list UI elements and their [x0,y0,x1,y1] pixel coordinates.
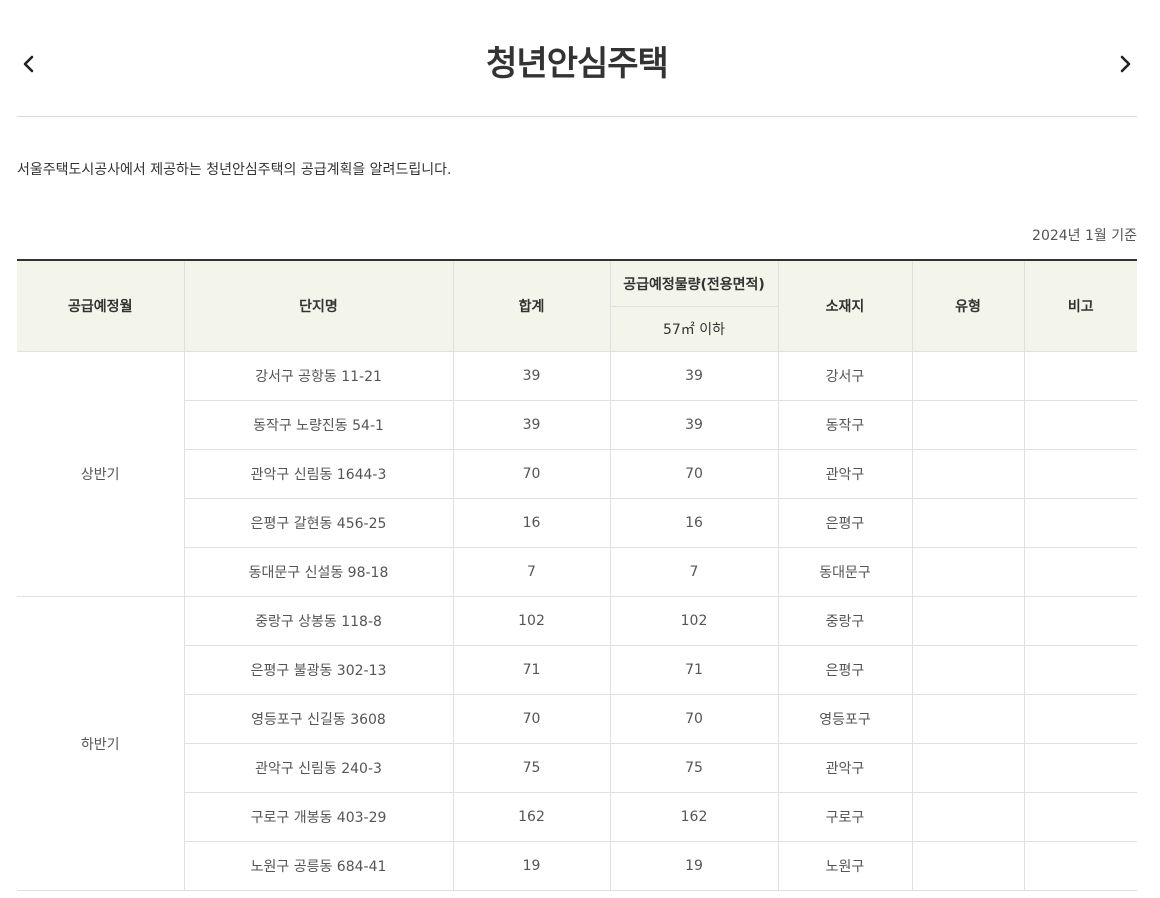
cell-complex: 동대문구 신설동 98-18 [183,547,453,597]
cell-location: 노원구 [777,841,912,891]
cell-total: 7 [452,547,610,597]
cell-total: 39 [452,351,610,401]
cell-area: 70 [609,694,778,744]
table-body: 상반기 강서구 공항동 11-21 39 39 강서구 동작구 노량진동 54-1 39 39… [17,351,1137,891]
cell-type [911,792,1024,842]
header-month: 공급예정월 [17,260,184,352]
cell-area: 19 [609,841,778,891]
table-row: 관악구 신림동 1644-3 70 70 관악구 [17,449,1137,499]
header-complex: 단지명 [183,260,453,352]
cell-location: 동대문구 [777,547,912,597]
cell-area: 102 [609,596,778,646]
table-row: 노원구 공릉동 684-41 19 19 노원구 [17,841,1137,891]
cell-note [1023,351,1137,401]
cell-complex: 은평구 갈현동 456-25 [183,498,453,548]
cell-location: 영등포구 [777,694,912,744]
table-row: 동작구 노량진동 54-1 39 39 동작구 [17,400,1137,450]
cell-total: 162 [452,792,610,842]
cell-complex: 동작구 노량진동 54-1 [183,400,453,450]
cell-complex: 강서구 공항동 11-21 [183,351,453,401]
cell-note [1023,596,1137,646]
cell-note [1023,841,1137,891]
table-row: 은평구 갈현동 456-25 16 16 은평구 [17,498,1137,548]
table-row: 상반기 강서구 공항동 11-21 39 39 강서구 [17,351,1137,597]
cell-total: 19 [452,841,610,891]
table-row: 하반기 중랑구 상봉동 118-8 102 102 중랑구 [17,596,1137,891]
table-header: 공급예정월 단지명 합계 공급예정물량(전용면적) 소재지 유형 비고 57㎡ … [17,260,1137,352]
cell-note [1023,400,1137,450]
cell-complex: 은평구 불광동 302-13 [183,645,453,695]
cell-note [1023,498,1137,548]
header-supply: 공급예정물량(전용면적) [609,260,778,307]
page-header: 청년안심주택 [17,0,1137,117]
cell-note [1023,449,1137,499]
cell-type [911,645,1024,695]
cell-complex: 관악구 신림동 240-3 [183,743,453,793]
table-row: 은평구 불광동 302-13 71 71 은평구 [17,645,1137,695]
cell-type [911,841,1024,891]
cell-location: 은평구 [777,498,912,548]
table-row: 구로구 개봉동 403-29 162 162 구로구 [17,792,1137,842]
cell-type [911,400,1024,450]
cell-total: 70 [452,449,610,499]
cell-location: 은평구 [777,645,912,695]
cell-location: 관악구 [777,449,912,499]
cell-period: 하반기 [17,596,184,891]
cell-area: 16 [609,498,778,548]
cell-total: 102 [452,596,610,646]
cell-complex: 구로구 개봉동 403-29 [183,792,453,842]
table-row: 관악구 신림동 240-3 75 75 관악구 [17,743,1137,793]
header-location: 소재지 [777,260,912,352]
cell-total: 75 [452,743,610,793]
chevron-right-icon [1113,52,1137,76]
cell-location: 동작구 [777,400,912,450]
cell-note [1023,743,1137,793]
cell-total: 71 [452,645,610,695]
cell-type [911,547,1024,597]
cell-area: 75 [609,743,778,793]
cell-type [911,351,1024,401]
page-title: 청년안심주택 [486,44,669,84]
cell-total: 70 [452,694,610,744]
next-page-button[interactable] [1113,52,1137,76]
page-description: 서울주택도시공사에서 제공하는 청년안심주택의 공급계획을 알려드립니다. [17,162,452,178]
cell-total: 16 [452,498,610,548]
cell-complex: 영등포구 신길동 3608 [183,694,453,744]
cell-location: 관악구 [777,743,912,793]
cell-type [911,498,1024,548]
cell-area: 39 [609,351,778,401]
cell-location: 중랑구 [777,596,912,646]
cell-period: 상반기 [17,351,184,597]
cell-area: 162 [609,792,778,842]
cell-area: 70 [609,449,778,499]
cell-note [1023,547,1137,597]
cell-complex: 노원구 공릉동 684-41 [183,841,453,891]
cell-type [911,449,1024,499]
cell-location: 구로구 [777,792,912,842]
cell-complex: 중랑구 상봉동 118-8 [183,596,453,646]
table-row: 동대문구 신설동 98-18 7 7 동대문구 [17,547,1137,597]
cell-area: 7 [609,547,778,597]
cell-area: 39 [609,400,778,450]
table-row: 영등포구 신길동 3608 70 70 영등포구 [17,694,1137,744]
supply-plan-table: 공급예정월 단지명 합계 공급예정물량(전용면적) 소재지 유형 비고 57㎡ … [17,259,1137,891]
cell-type [911,694,1024,744]
cell-complex: 관악구 신림동 1644-3 [183,449,453,499]
cell-total: 39 [452,400,610,450]
header-type: 유형 [911,260,1024,352]
cell-note [1023,792,1137,842]
basis-date: 2024년 1월 기준 [1032,228,1137,244]
cell-type [911,743,1024,793]
cell-note [1023,694,1137,744]
header-total: 합계 [452,260,610,352]
cell-location: 강서구 [777,351,912,401]
header-supply-sub: 57㎡ 이하 [609,306,778,352]
cell-note [1023,645,1137,695]
cell-type [911,596,1024,646]
cell-area: 71 [609,645,778,695]
header-note: 비고 [1023,260,1137,352]
